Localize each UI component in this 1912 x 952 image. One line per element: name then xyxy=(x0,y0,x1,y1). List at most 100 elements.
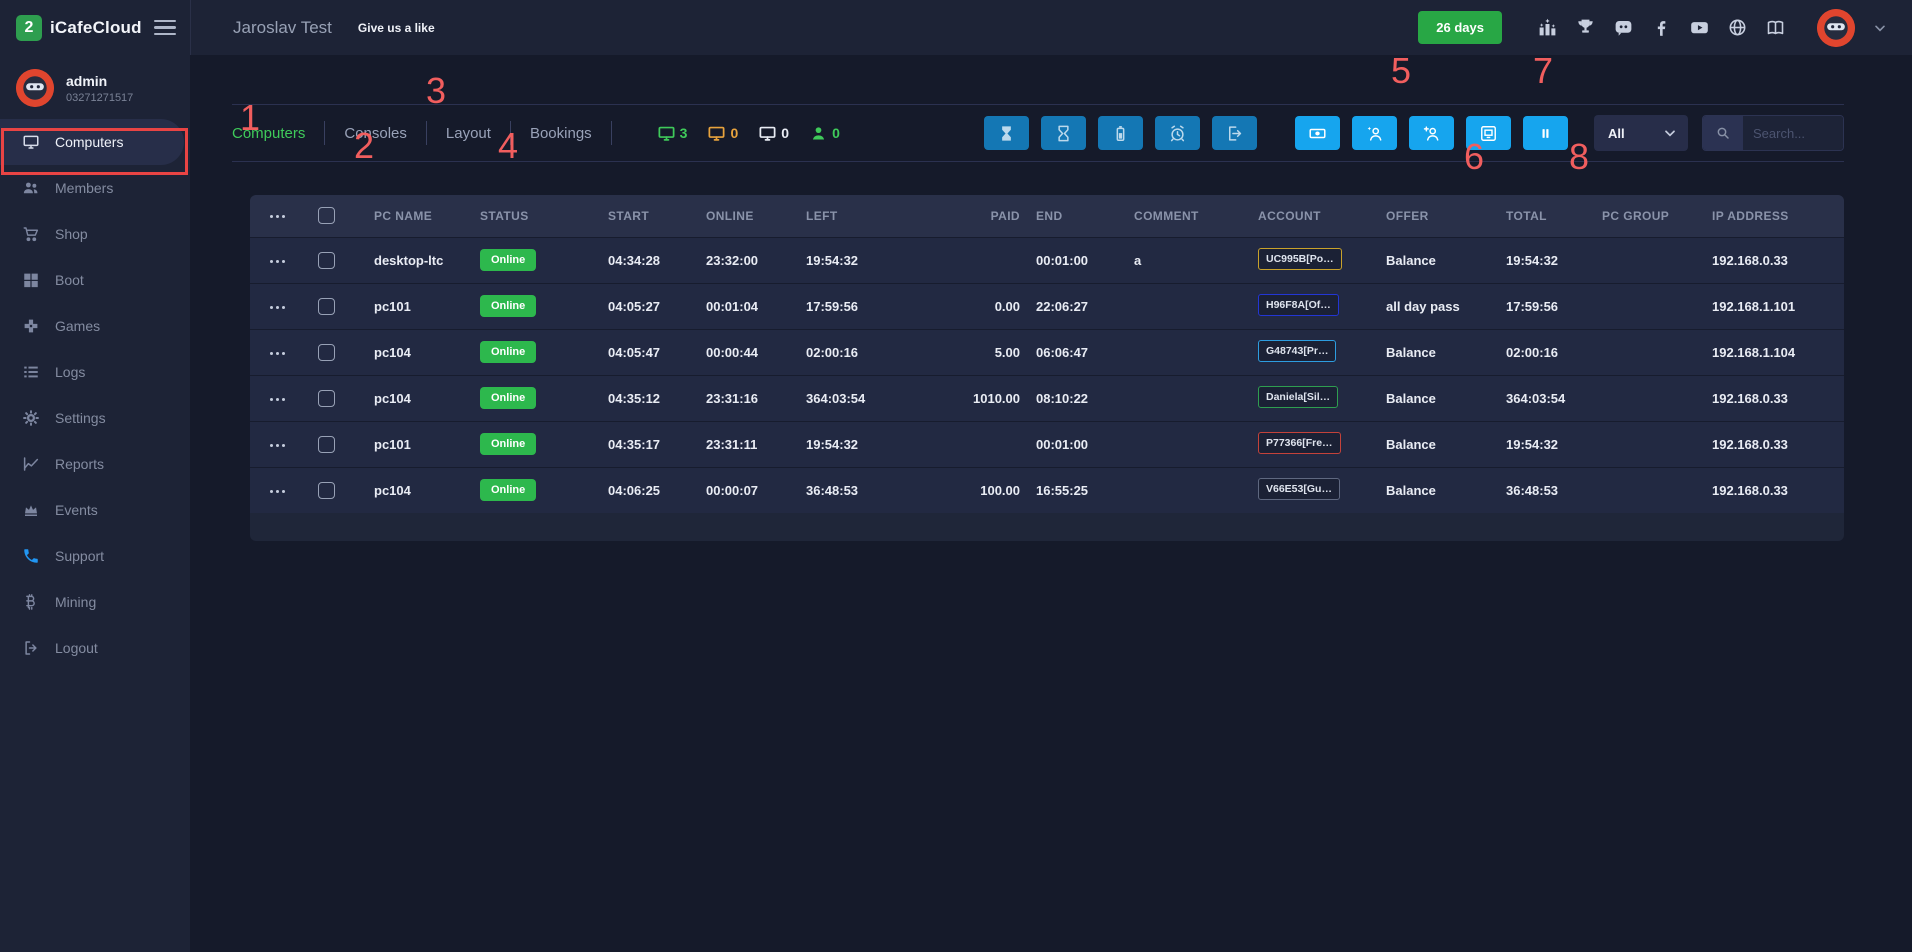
sidebar-item-computers[interactable]: Computers xyxy=(0,119,184,165)
account-badge[interactable]: V66E53[Gu… xyxy=(1258,478,1340,500)
total-cell: 364:03:54 xyxy=(1500,375,1596,421)
sidebar: admin 03271271517 Computers Members Shop… xyxy=(0,55,190,952)
globe-icon[interactable] xyxy=(1727,17,1748,38)
end-cell: 00:01:00 xyxy=(1030,421,1128,467)
left-cell: 19:54:32 xyxy=(800,237,940,283)
tab-consoles[interactable]: Consoles xyxy=(344,125,407,142)
account-badge[interactable]: UC995B[Po… xyxy=(1258,248,1342,270)
paid-cell: 100.00 xyxy=(940,467,1030,513)
subscription-days-button[interactable]: 26 days xyxy=(1418,11,1502,44)
pause-button[interactable] xyxy=(1523,116,1568,150)
list-icon xyxy=(22,363,40,381)
sidebar-item-settings[interactable]: Settings xyxy=(0,395,190,441)
user-avatar[interactable] xyxy=(1817,9,1855,47)
user-star-icon xyxy=(1365,124,1384,143)
facebook-icon[interactable] xyxy=(1651,17,1672,38)
sidebar-item-boot[interactable]: Boot xyxy=(0,257,190,303)
row-checkbox[interactable] xyxy=(318,344,335,361)
left-cell: 19:54:32 xyxy=(800,421,940,467)
row-checkbox[interactable] xyxy=(318,390,335,407)
sign-out-button[interactable] xyxy=(1212,116,1257,150)
row-menu-icon[interactable] xyxy=(268,346,287,361)
discord-icon[interactable] xyxy=(1613,17,1634,38)
sidebar-item-shop[interactable]: Shop xyxy=(0,211,190,257)
row-checkbox[interactable] xyxy=(318,482,335,499)
icafecloud-app: 2 iCafeCloud Jaroslav Test Give us a lik… xyxy=(0,0,1912,952)
trophy-icon[interactable] xyxy=(1575,17,1596,38)
sidebar-item-reports[interactable]: Reports xyxy=(0,441,190,487)
pay-button[interactable] xyxy=(1295,116,1340,150)
tab-bookings[interactable]: Bookings xyxy=(530,125,592,142)
online-cell: 00:00:44 xyxy=(700,329,800,375)
row-checkbox[interactable] xyxy=(318,252,335,269)
table-row[interactable]: pc101 Online 04:35:17 23:31:11 19:54:32 … xyxy=(250,421,1844,467)
alarm-button[interactable] xyxy=(1155,116,1200,150)
sidebar-item-label: Logout xyxy=(55,640,98,656)
pc-group-cell xyxy=(1596,421,1706,467)
sidebar-item-mining[interactable]: Mining xyxy=(0,579,190,625)
tab-layout[interactable]: Layout xyxy=(446,125,491,142)
end-cell: 22:06:27 xyxy=(1030,283,1128,329)
hamburger-menu-icon[interactable] xyxy=(154,20,176,36)
bitcoin-icon xyxy=(22,593,40,611)
logout-icon xyxy=(22,639,40,657)
end-cell: 16:55:25 xyxy=(1030,467,1128,513)
sidebar-item-members[interactable]: Members xyxy=(0,165,190,211)
screen-box-button[interactable] xyxy=(1466,116,1511,150)
account-badge[interactable]: Daniela[Sil… xyxy=(1258,386,1338,408)
tab-computers[interactable]: Computers xyxy=(232,125,305,142)
windows-icon xyxy=(22,271,40,289)
col-comment: COMMENT xyxy=(1128,195,1252,237)
search-input[interactable] xyxy=(1743,116,1843,150)
gamepad-icon xyxy=(22,317,40,335)
podium-icon[interactable] xyxy=(1537,17,1558,38)
hourglass-button[interactable] xyxy=(1041,116,1086,150)
table-row[interactable]: pc104 Online 04:35:12 23:31:16 364:03:54… xyxy=(250,375,1844,421)
monitor-icon xyxy=(22,133,40,151)
row-checkbox[interactable] xyxy=(318,298,335,315)
row-menu-icon[interactable] xyxy=(268,484,287,499)
tab-separator xyxy=(510,121,511,145)
sidebar-item-events[interactable]: Events xyxy=(0,487,190,533)
row-menu-icon[interactable] xyxy=(268,254,287,269)
row-menu-icon[interactable] xyxy=(268,438,287,453)
sidebar-avatar[interactable] xyxy=(16,69,54,107)
status-badge: Online xyxy=(480,433,536,455)
pc-filter-select[interactable]: All xyxy=(1594,115,1688,151)
col-total: TOTAL xyxy=(1500,195,1596,237)
sidebar-item-games[interactable]: Games xyxy=(0,303,190,349)
select-all-checkbox[interactable] xyxy=(318,207,335,224)
table-row[interactable]: pc104 Online 04:06:25 00:00:07 36:48:53 … xyxy=(250,467,1844,513)
give-us-a-like-link[interactable]: Give us a like xyxy=(358,21,435,35)
youtube-icon[interactable] xyxy=(1689,17,1710,38)
manual-book-icon[interactable] xyxy=(1765,17,1786,38)
ip-address-cell: 192.168.1.104 xyxy=(1706,329,1844,375)
users-icon xyxy=(22,179,40,197)
account-badge[interactable]: H96F8A[Of… xyxy=(1258,294,1339,316)
brand-name: iCafeCloud xyxy=(50,18,142,38)
offer-cell: all day pass xyxy=(1380,283,1500,329)
sidebar-item-logout[interactable]: Logout xyxy=(0,625,190,671)
pc-group-cell xyxy=(1596,375,1706,421)
account-badge[interactable]: G48743[Pr… xyxy=(1258,340,1336,362)
sidebar-item-logs[interactable]: Logs xyxy=(0,349,190,395)
offer-cell: Balance xyxy=(1380,467,1500,513)
chart-icon xyxy=(22,455,40,473)
hourglass-filled-button[interactable] xyxy=(984,116,1029,150)
sidebar-item-support[interactable]: Support xyxy=(0,533,190,579)
left-cell: 17:59:56 xyxy=(800,283,940,329)
status-badge: Online xyxy=(480,341,536,363)
user-phone: 03271271517 xyxy=(66,92,133,104)
battery-button[interactable] xyxy=(1098,116,1143,150)
add-member-star-button[interactable] xyxy=(1352,116,1397,150)
table-row[interactable]: pc104 Online 04:05:47 00:00:44 02:00:16 … xyxy=(250,329,1844,375)
add-guest-button[interactable] xyxy=(1409,116,1454,150)
row-menu-icon[interactable] xyxy=(268,300,287,315)
table-row[interactable]: pc101 Online 04:05:27 00:01:04 17:59:56 … xyxy=(250,283,1844,329)
chevron-down-icon[interactable] xyxy=(1872,20,1888,36)
table-row[interactable]: desktop-ltc Online 04:34:28 23:32:00 19:… xyxy=(250,237,1844,283)
header-menu-icon[interactable] xyxy=(268,209,287,224)
row-menu-icon[interactable] xyxy=(268,392,287,407)
row-checkbox[interactable] xyxy=(318,436,335,453)
account-badge[interactable]: P77366[Fre… xyxy=(1258,432,1341,454)
